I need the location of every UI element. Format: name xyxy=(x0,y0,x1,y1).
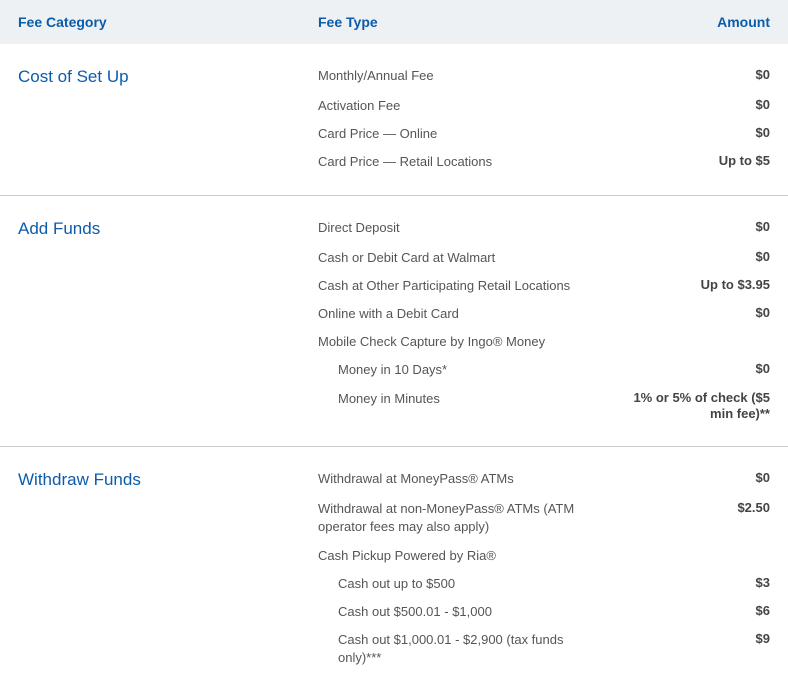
fee-type-label: Cash at Other Participating Retail Locat… xyxy=(318,277,610,295)
fee-type-label: Withdrawal at MoneyPass® ATMs xyxy=(318,470,610,488)
fee-row: Cash out $500.01 - $1,000$6 xyxy=(18,598,770,626)
fee-row: Cash Pickup Powered by Ria® xyxy=(18,542,770,570)
fee-row: Card Price — Online$0 xyxy=(18,120,770,148)
fee-type-label: Cash out $500.01 - $1,000 xyxy=(318,603,610,621)
fee-category-label: Cost of Set Up xyxy=(18,67,318,87)
fee-type-label: Cash or Debit Card at Walmart xyxy=(318,249,610,267)
fee-type-label: Withdrawal at non-MoneyPass® ATMs (ATM o… xyxy=(318,500,610,536)
fee-row: Cost of Set UpMonthly/Annual Fee$0 xyxy=(18,62,770,92)
fee-type-label: Direct Deposit xyxy=(318,219,610,237)
fee-row: Money in Minutes1% or 5% of check ($5 mi… xyxy=(18,385,770,429)
fee-row: Withdraw FundsWithdrawal at MoneyPass® A… xyxy=(18,465,770,495)
fee-amount: $2.50 xyxy=(610,500,770,517)
fee-type-label: Card Price — Retail Locations xyxy=(318,153,610,171)
fee-row: Cash at Other Participating Retail Locat… xyxy=(18,272,770,300)
fee-row: Mobile Check Capture by Ingo® Money xyxy=(18,328,770,356)
fee-amount: $0 xyxy=(610,470,770,487)
fee-amount: $0 xyxy=(610,219,770,236)
fee-section: Withdraw FundsWithdrawal at MoneyPass® A… xyxy=(0,447,788,690)
fee-amount: $0 xyxy=(610,249,770,266)
fee-row: Activation Fee$0 xyxy=(18,92,770,120)
fee-category-label: Add Funds xyxy=(18,219,318,239)
fee-sections: Cost of Set UpMonthly/Annual Fee$0Activa… xyxy=(0,44,788,691)
fee-amount: $0 xyxy=(610,125,770,142)
fee-row: Online with a Debit Card$0 xyxy=(18,300,770,328)
fee-type-label: Online with a Debit Card xyxy=(318,305,610,323)
header-fee-type: Fee Type xyxy=(318,14,610,30)
fee-type-label: Money in 10 Days* xyxy=(318,361,610,379)
fee-row: Cash out $1,000.01 - $2,900 (tax funds o… xyxy=(18,626,770,672)
header-fee-category: Fee Category xyxy=(18,14,318,30)
fee-row: Card Price — Retail LocationsUp to $5 xyxy=(18,148,770,176)
fee-row: Withdrawal at non-MoneyPass® ATMs (ATM o… xyxy=(18,495,770,541)
fee-row: Cash or Debit Card at Walmart$0 xyxy=(18,244,770,272)
fee-type-label: Cash out up to $500 xyxy=(318,575,610,593)
fee-amount: $0 xyxy=(610,97,770,114)
fee-row: Add FundsDirect Deposit$0 xyxy=(18,214,770,244)
header-amount: Amount xyxy=(610,14,770,30)
fee-amount: $3 xyxy=(610,575,770,592)
fee-type-label: Monthly/Annual Fee xyxy=(318,67,610,85)
fee-amount: Up to $5 xyxy=(610,153,770,170)
fee-amount: $0 xyxy=(610,67,770,84)
fee-section: Cost of Set UpMonthly/Annual Fee$0Activa… xyxy=(0,44,788,196)
fee-type-label: Card Price — Online xyxy=(318,125,610,143)
fee-amount: $0 xyxy=(610,305,770,322)
fee-amount: $0 xyxy=(610,361,770,378)
fee-type-label: Cash out $1,000.01 - $2,900 (tax funds o… xyxy=(318,631,610,667)
table-header-row: Fee Category Fee Type Amount xyxy=(0,0,788,44)
fee-amount: Up to $3.95 xyxy=(610,277,770,294)
fee-type-label: Cash Pickup Powered by Ria® xyxy=(318,547,610,565)
fee-type-label: Mobile Check Capture by Ingo® Money xyxy=(318,333,610,351)
fee-row: Money in 10 Days*$0 xyxy=(18,356,770,384)
fee-row: Cash out up to $500$3 xyxy=(18,570,770,598)
fee-section: Add FundsDirect Deposit$0Cash or Debit C… xyxy=(0,196,788,448)
fee-amount: $6 xyxy=(610,603,770,620)
fee-amount: 1% or 5% of check ($5 min fee)** xyxy=(610,390,770,424)
fee-category-label: Withdraw Funds xyxy=(18,470,318,490)
fee-amount: $9 xyxy=(610,631,770,648)
fee-type-label: Money in Minutes xyxy=(318,390,610,408)
fee-type-label: Activation Fee xyxy=(318,97,610,115)
